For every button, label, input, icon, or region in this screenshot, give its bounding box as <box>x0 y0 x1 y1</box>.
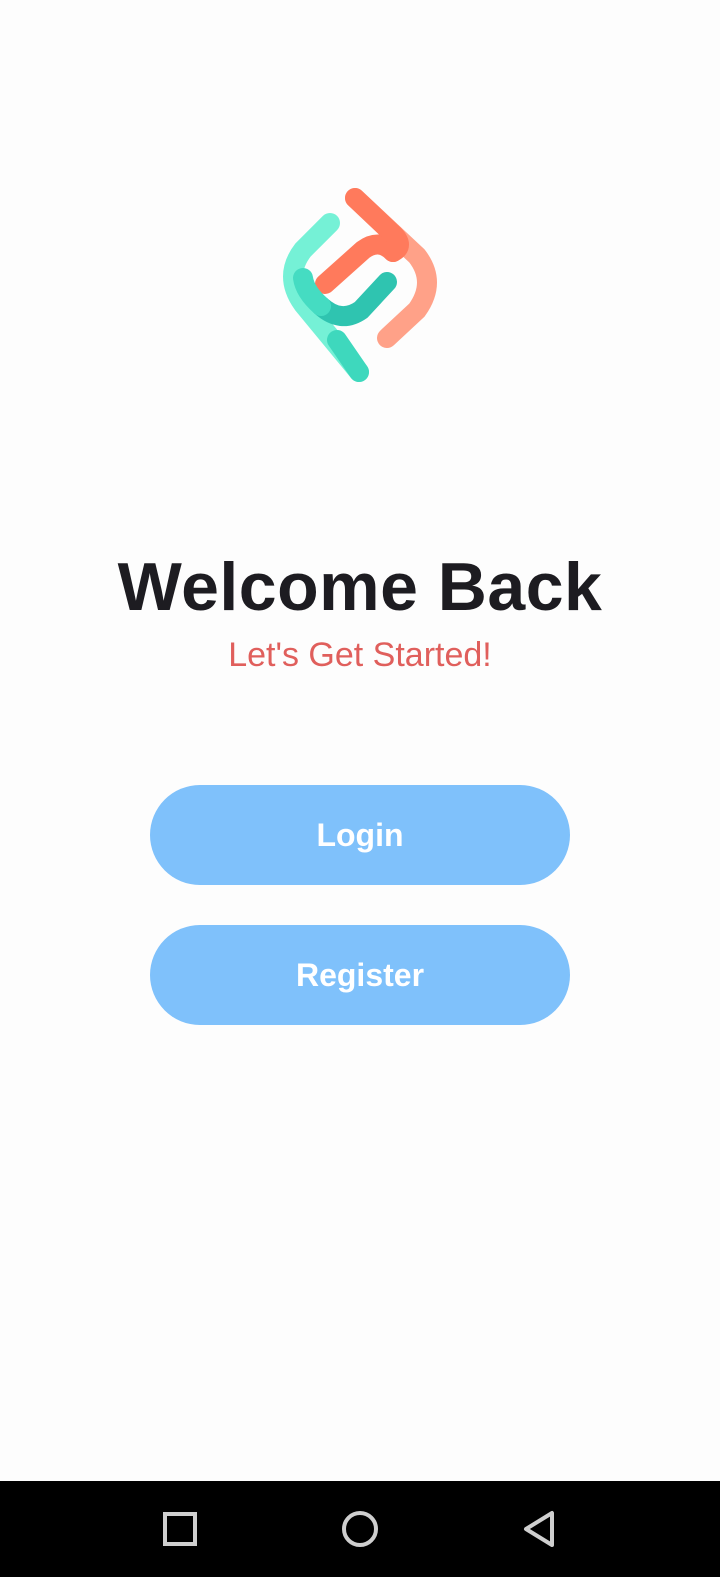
system-navigation-bar <box>0 1481 720 1577</box>
home-button[interactable] <box>300 1481 420 1577</box>
back-triangle-icon <box>524 1511 554 1547</box>
app-logo <box>275 186 445 386</box>
page-subtitle: Let's Get Started! <box>228 636 492 674</box>
recents-square-icon <box>163 1512 197 1546</box>
page-title: Welcome Back <box>117 549 603 625</box>
back-button[interactable] <box>480 1481 600 1577</box>
login-button[interactable]: Login <box>150 785 570 885</box>
home-circle-icon <box>342 1511 378 1547</box>
app-logo-icon <box>283 188 437 382</box>
welcome-screen: Welcome Back Let's Get Started! Login Re… <box>0 0 720 1577</box>
recents-button[interactable] <box>120 1481 240 1577</box>
register-button[interactable]: Register <box>150 925 570 1025</box>
